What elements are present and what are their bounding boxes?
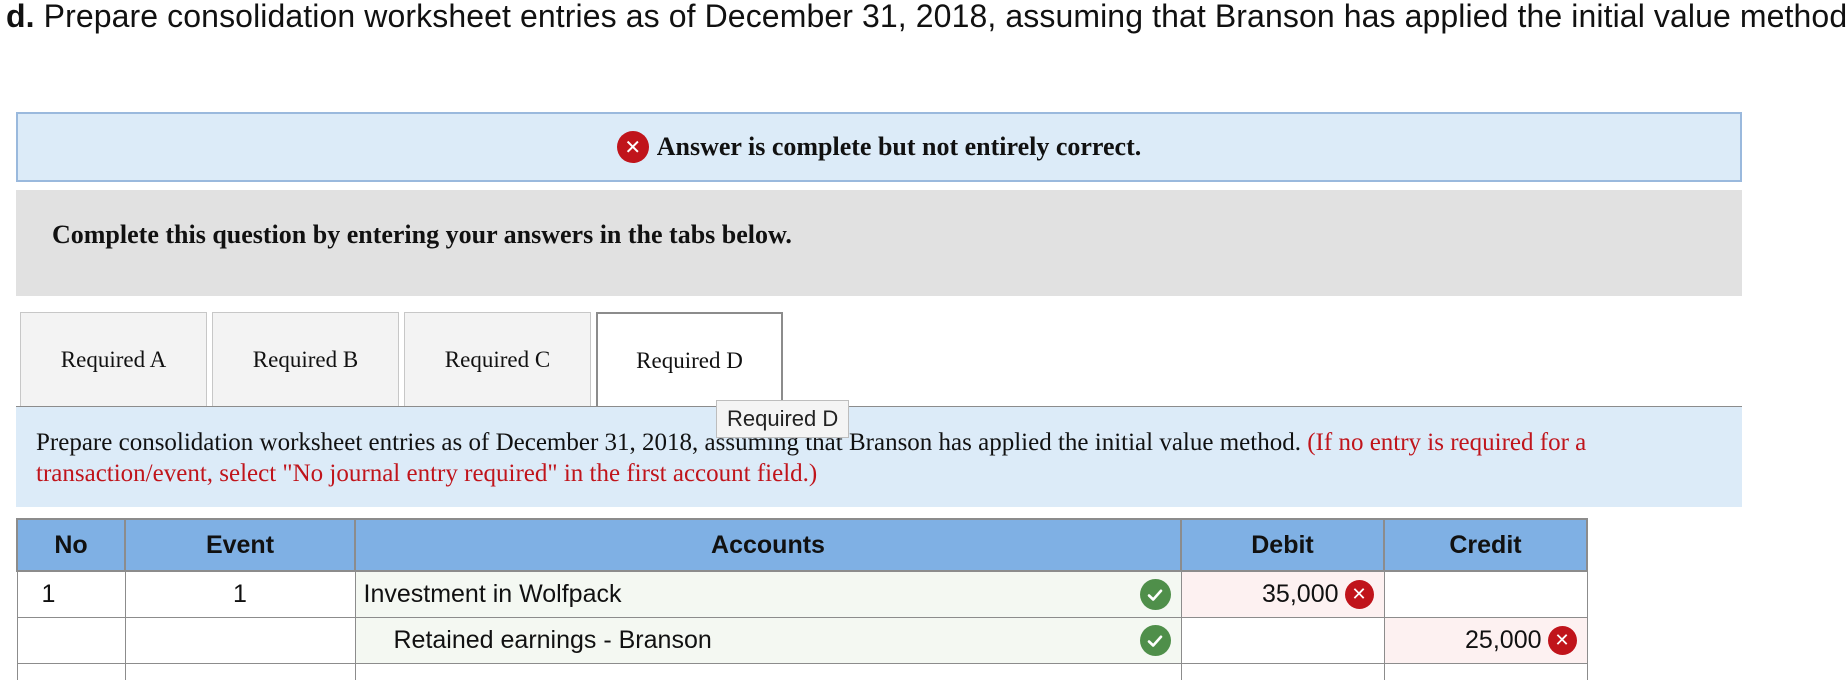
debit-cell[interactable]: 35,000 ✕ [1180,570,1385,618]
header-debit: Debit [1180,518,1385,572]
question-label: d. [6,0,35,34]
tab-required-b[interactable]: Required B [212,312,399,407]
table-row: 1 1 Investment in Wolfpack 35,000 ✕ [16,570,1588,618]
header-accounts: Accounts [354,518,1182,572]
credit-cell[interactable] [1383,663,1588,680]
credit-input[interactable]: 25,000 [1465,626,1541,655]
table-header-row: No Event Accounts Debit Credit [16,518,1588,572]
header-credit: Credit [1383,518,1588,572]
journal-entries-table: No Event Accounts Debit Credit 1 1 Inves… [16,518,1588,680]
debit-cell[interactable] [1180,617,1385,664]
result-banner-text: Answer is complete but not entirely corr… [656,132,1142,161]
account-select[interactable]: Retained earnings - Branson [356,626,712,655]
credit-cell[interactable]: 25,000 ✕ [1383,617,1588,664]
debit-input[interactable]: 35,000 [1262,580,1338,609]
header-no: No [16,518,126,572]
prompt-text: Prepare consolidation worksheet entries … [36,429,1301,456]
account-cell[interactable] [354,663,1182,680]
question-body: Prepare consolidation worksheet entries … [43,0,1848,34]
instructions-panel: Complete this question by entering your … [16,190,1742,296]
account-select[interactable]: Investment in Wolfpack [356,580,622,609]
instructions-text: Complete this question by entering your … [52,220,792,249]
x-icon: ✕ [1547,626,1577,655]
tab-required-c[interactable]: Required C [404,312,591,407]
account-cell[interactable]: Investment in Wolfpack [354,570,1182,618]
tab-tooltip: Required D [716,400,850,438]
debit-cell[interactable] [1180,663,1385,680]
row-event [124,663,356,680]
row-no: 1 [16,570,126,618]
row-no [16,617,126,664]
table-row [16,663,1588,680]
prompt-panel: Prepare consolidation worksheet entries … [16,407,1742,507]
tab-required-a[interactable]: Required A [20,312,207,407]
row-no [16,663,126,680]
header-event: Event [124,518,356,572]
page: d. Prepare consolidation worksheet entri… [0,0,1848,680]
row-event: 1 [124,570,356,618]
check-icon [1139,579,1171,610]
tab-required-d[interactable]: Required D [596,312,783,408]
row-event [124,617,356,664]
tab-bar: Required A Required B Required C Require… [20,312,783,408]
check-icon [1139,625,1171,656]
result-banner: ✕ Answer is complete but not entirely co… [16,112,1742,182]
account-cell[interactable]: Retained earnings - Branson [354,617,1182,664]
credit-cell[interactable] [1383,570,1588,618]
table-row: Retained earnings - Branson 25,000 ✕ [16,617,1588,664]
x-icon: ✕ [616,131,649,163]
question-text: d. Prepare consolidation worksheet entri… [6,0,1848,35]
x-icon: ✕ [1344,580,1374,609]
